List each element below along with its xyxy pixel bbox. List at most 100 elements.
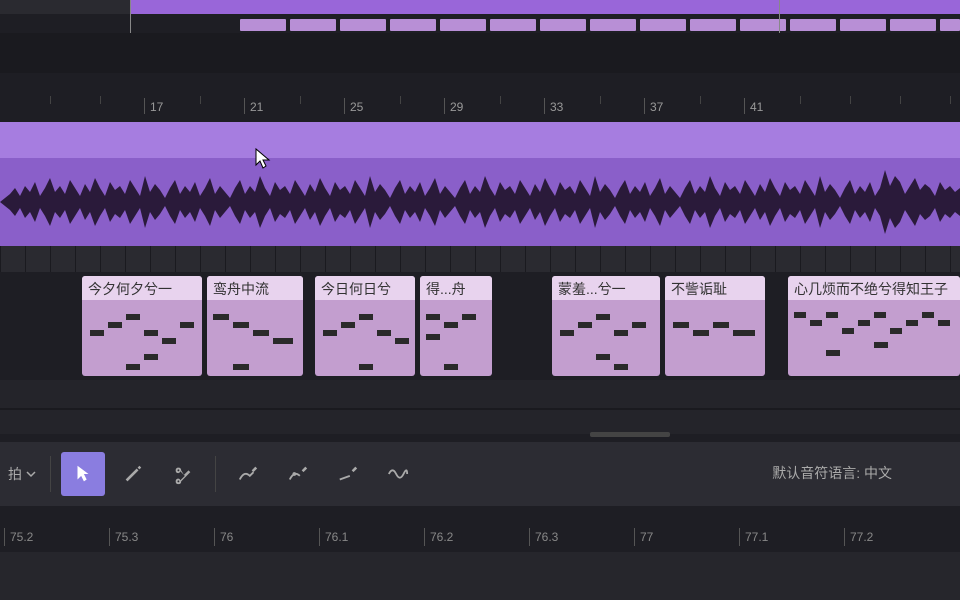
pencil-tool-button[interactable] bbox=[111, 452, 155, 496]
ruler-tick: 76.3 bbox=[535, 530, 558, 544]
mini-midi-clip[interactable] bbox=[540, 19, 586, 31]
mini-midi-clip[interactable] bbox=[590, 19, 636, 31]
midi-note[interactable] bbox=[90, 330, 104, 336]
curve-anchor-icon bbox=[287, 463, 309, 485]
midi-note[interactable] bbox=[341, 322, 355, 328]
midi-note[interactable] bbox=[794, 312, 806, 318]
mini-track-row-2 bbox=[0, 17, 960, 33]
midi-note[interactable] bbox=[938, 320, 950, 326]
pencil-icon bbox=[122, 463, 144, 485]
midi-note[interactable] bbox=[444, 364, 458, 370]
midi-note[interactable] bbox=[826, 312, 838, 318]
audio-waveform[interactable] bbox=[0, 158, 960, 246]
mini-midi-clip[interactable] bbox=[690, 19, 736, 31]
mini-clip-main[interactable] bbox=[130, 0, 960, 14]
midi-note[interactable] bbox=[890, 328, 902, 334]
mini-midi-clip[interactable] bbox=[890, 19, 936, 31]
ruler-tick: 77.2 bbox=[850, 530, 873, 544]
mini-midi-clip[interactable] bbox=[390, 19, 436, 31]
midi-clip[interactable]: 今夕何夕兮一 bbox=[82, 276, 202, 376]
mini-midi-clip[interactable] bbox=[440, 19, 486, 31]
mini-midi-clip[interactable] bbox=[490, 19, 536, 31]
vibrato-tool-button[interactable] bbox=[376, 452, 420, 496]
midi-note[interactable] bbox=[213, 314, 229, 320]
midi-clip[interactable]: 蒙羞...兮一 bbox=[552, 276, 660, 376]
midi-note[interactable] bbox=[126, 314, 140, 320]
mini-midi-clip[interactable] bbox=[840, 19, 886, 31]
line-tool-button[interactable] bbox=[326, 452, 370, 496]
midi-note[interactable] bbox=[233, 322, 249, 328]
snap-dropdown[interactable]: 拍 bbox=[8, 464, 36, 484]
midi-note[interactable] bbox=[733, 330, 755, 336]
timeline-ruler-seconds[interactable]: 75.275.37676.176.276.37777.177.2 bbox=[0, 524, 960, 552]
ruler-minor-tick bbox=[600, 96, 601, 104]
midi-note[interactable] bbox=[874, 342, 888, 348]
default-language-label[interactable]: 默认音符语言: 中文 bbox=[772, 464, 892, 484]
midi-note[interactable] bbox=[614, 330, 628, 336]
pitch-anchor-tool-button[interactable] bbox=[276, 452, 320, 496]
midi-note[interactable] bbox=[253, 330, 269, 336]
midi-note[interactable] bbox=[144, 354, 158, 360]
midi-note[interactable] bbox=[560, 330, 574, 336]
midi-note[interactable] bbox=[180, 322, 194, 328]
midi-note[interactable] bbox=[596, 354, 610, 360]
midi-note[interactable] bbox=[874, 312, 886, 318]
pitch-curve-tool-button[interactable] bbox=[226, 452, 270, 496]
midi-note[interactable] bbox=[693, 330, 709, 336]
midi-note[interactable] bbox=[842, 328, 854, 334]
midi-note[interactable] bbox=[162, 338, 176, 344]
midi-clips-track[interactable]: 今夕何夕兮一鸾舟中流今日何日兮得...舟蒙羞...兮一不訾诟耻心几烦而不绝兮得知… bbox=[0, 276, 960, 380]
mini-midi-clip[interactable] bbox=[240, 19, 286, 31]
ruler-tick: 21 bbox=[250, 100, 263, 114]
midi-note[interactable] bbox=[126, 364, 140, 370]
midi-note[interactable] bbox=[144, 330, 158, 336]
midi-note[interactable] bbox=[673, 322, 689, 328]
timeline-ruler-bars[interactable]: 17212529333741 bbox=[0, 92, 960, 122]
midi-note[interactable] bbox=[922, 312, 934, 318]
midi-note[interactable] bbox=[906, 320, 918, 326]
piano-roll-area[interactable] bbox=[0, 552, 960, 600]
mini-midi-clip[interactable] bbox=[940, 19, 960, 31]
audio-clip-header[interactable] bbox=[0, 122, 960, 158]
empty-track-area bbox=[0, 380, 960, 434]
midi-note[interactable] bbox=[233, 364, 249, 370]
mini-midi-clip[interactable] bbox=[740, 19, 786, 31]
horizontal-scroll-thumb[interactable] bbox=[590, 432, 670, 437]
midi-note[interactable] bbox=[377, 330, 391, 336]
mini-midi-clip[interactable] bbox=[640, 19, 686, 31]
midi-note[interactable] bbox=[359, 364, 373, 370]
pointer-tool-button[interactable] bbox=[61, 452, 105, 496]
ruler-tick: 37 bbox=[650, 100, 663, 114]
midi-note[interactable] bbox=[426, 314, 440, 320]
midi-note[interactable] bbox=[614, 364, 628, 370]
ruler-minor-tick bbox=[400, 96, 401, 104]
midi-note[interactable] bbox=[395, 338, 409, 344]
mini-midi-clip[interactable] bbox=[340, 19, 386, 31]
midi-note[interactable] bbox=[426, 334, 440, 340]
scissors-icon bbox=[172, 463, 194, 485]
scissors-tool-button[interactable] bbox=[161, 452, 205, 496]
midi-clip[interactable]: 得...舟 bbox=[420, 276, 492, 376]
ruler-tick: 33 bbox=[550, 100, 563, 114]
midi-note[interactable] bbox=[359, 314, 373, 320]
mini-midi-clip[interactable] bbox=[790, 19, 836, 31]
midi-note[interactable] bbox=[858, 320, 870, 326]
midi-clip[interactable]: 心几烦而不绝兮得知王子 bbox=[788, 276, 960, 376]
midi-note[interactable] bbox=[578, 322, 592, 328]
midi-clip[interactable]: 鸾舟中流 bbox=[207, 276, 303, 376]
mini-midi-clip[interactable] bbox=[290, 19, 336, 31]
midi-note[interactable] bbox=[826, 350, 840, 356]
midi-note[interactable] bbox=[323, 330, 337, 336]
midi-note[interactable] bbox=[108, 322, 122, 328]
midi-note[interactable] bbox=[462, 314, 476, 320]
midi-note[interactable] bbox=[632, 322, 646, 328]
midi-clip[interactable]: 今日何日兮 bbox=[315, 276, 415, 376]
ruler-minor-tick bbox=[700, 96, 701, 104]
midi-note[interactable] bbox=[810, 320, 822, 326]
midi-note[interactable] bbox=[273, 338, 293, 344]
midi-clip[interactable]: 不訾诟耻 bbox=[665, 276, 765, 376]
midi-note[interactable] bbox=[596, 314, 610, 320]
midi-note[interactable] bbox=[444, 322, 458, 328]
midi-note[interactable] bbox=[713, 322, 729, 328]
track-divider bbox=[0, 408, 960, 410]
